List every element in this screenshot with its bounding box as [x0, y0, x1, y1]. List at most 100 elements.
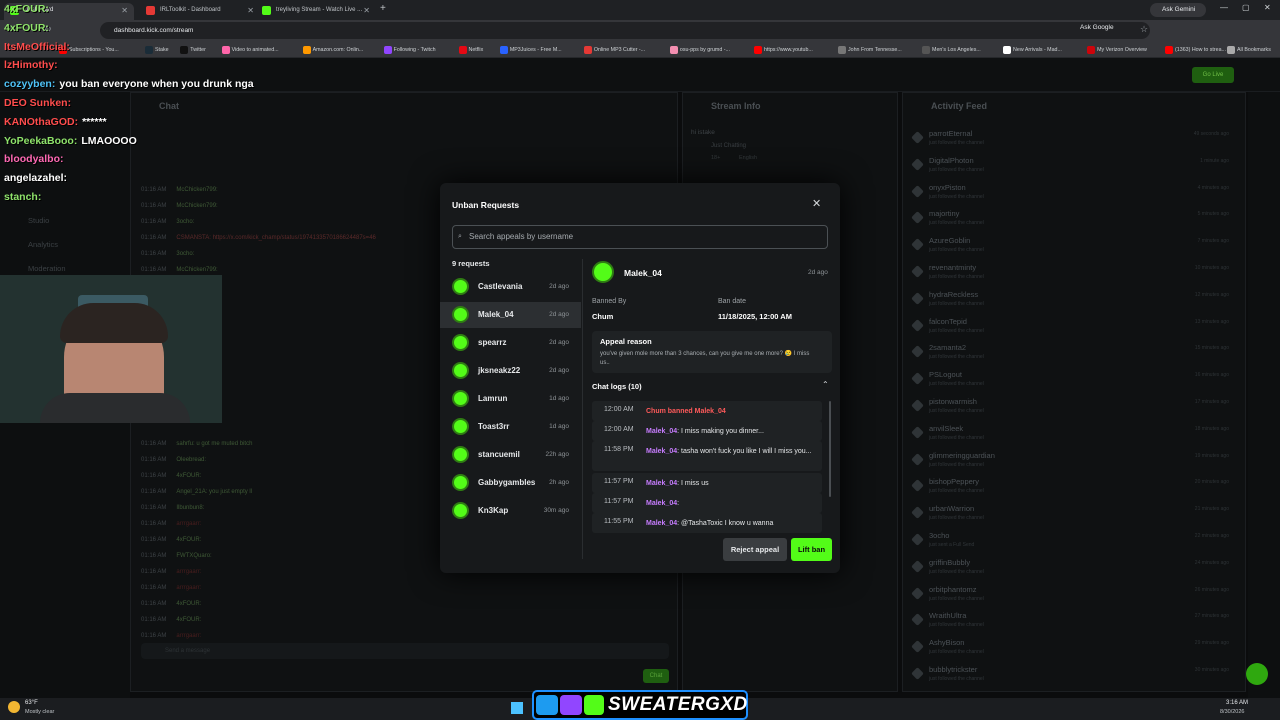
bookmark-item[interactable]: John From Tennesse...	[837, 44, 902, 56]
request-item[interactable]: stancuemil 22h ago	[440, 442, 581, 468]
bookmark-item[interactable]: Twitter	[179, 44, 206, 56]
close-window-icon[interactable]: ✕	[1264, 3, 1271, 12]
bookmark-label: Stake	[155, 47, 169, 53]
tab-treyliving[interactable]: treyliving Stream - Watch Live ... ✕	[256, 3, 376, 20]
feed-time: 19 minutes ago	[1194, 452, 1229, 459]
chat-time: 01:16 AM	[141, 521, 167, 527]
request-item[interactable]: jksneakz22 2d ago	[440, 358, 581, 384]
search-icon: ⌕	[458, 233, 462, 240]
log-message: :	[677, 500, 680, 507]
request-item[interactable]: Gabbygambles 2h ago	[440, 470, 581, 496]
go-live-button[interactable]: Go Live	[1192, 67, 1234, 83]
feed-time: 16 minutes ago	[1194, 372, 1229, 379]
chat-time: 01:16 AM	[141, 505, 167, 511]
windows-start-icon[interactable]	[511, 702, 523, 714]
irltoolkit-favicon-icon	[146, 6, 155, 15]
maximize-icon[interactable]: ▢	[1242, 3, 1250, 12]
feed-time: 4 minutes ago	[1197, 184, 1229, 191]
ask-gemini-button[interactable]: Ask Gemini	[1150, 3, 1206, 17]
overlay-chat-user: KANOthaGOD:	[4, 115, 79, 128]
close-icon[interactable]: ✕	[121, 3, 128, 18]
chat-user: 4xFOUR:	[176, 617, 202, 623]
sidebar-item-studio[interactable]: Studio	[28, 216, 49, 225]
bookmark-item[interactable]: My Verizon Overview	[1086, 44, 1147, 56]
bookmark-favicon-icon	[1165, 46, 1174, 54]
feed-time: 27 minutes ago	[1194, 613, 1229, 620]
feed-item: falconTepid just followed the channel 13 m…	[911, 317, 1243, 343]
url-input[interactable]: dashboard.kick.com/stream	[100, 22, 1150, 39]
chat-log-entry: 11:57 PM Malek_04: I miss us	[592, 473, 822, 493]
minimize-icon[interactable]: —	[1220, 3, 1228, 12]
feed-name: griffinBubbly	[929, 557, 971, 567]
bookmark-item[interactable]: Amazon.com: Onlin...	[302, 44, 363, 56]
chat-line: 01:16 AM McChicken799:	[141, 187, 218, 193]
feed-name: parrotEternal	[929, 129, 973, 138]
lift-ban-button[interactable]: Lift ban	[791, 538, 832, 561]
chat-time: 01:16 AM	[141, 219, 167, 225]
request-item[interactable]: Castlevania 2d ago	[440, 274, 581, 300]
feed-time: 30 minutes ago	[1194, 667, 1229, 673]
overlay-chat-line: angelazahel:	[4, 172, 71, 184]
bookmark-item[interactable]: https://www.youtub...	[753, 44, 813, 56]
star-icon[interactable]: ☆	[1140, 24, 1148, 35]
close-icon[interactable]: ✕	[812, 197, 821, 210]
bookmark-item[interactable]: Stake	[144, 44, 169, 56]
close-icon[interactable]: ✕	[363, 3, 370, 18]
feed-item: PSLogout just followed the channel 16 minu…	[911, 370, 1243, 396]
request-item[interactable]: spearrz 2d ago	[440, 330, 581, 356]
chat-line: 01:16 AM CSMANSTA: https://x.com/kick_cha…	[141, 235, 376, 241]
chat-line: 01:16 AM arrrgaarr:	[141, 585, 201, 591]
ask-google-button[interactable]: Ask Google	[1080, 24, 1114, 31]
chat-time: 01:16 AM	[141, 187, 167, 193]
bookmark-item[interactable]: Men's Los Angeles...	[921, 44, 981, 56]
bookmark-item[interactable]: All Bookmarks	[1226, 44, 1271, 56]
feed-name: majortiny	[929, 209, 960, 219]
chat-send-input[interactable]: Send a message	[141, 643, 669, 659]
bookmark-item[interactable]: MP3Juices - Free M...	[499, 44, 562, 56]
ban-date-value: 11/18/2025, 12:00 AM	[718, 312, 792, 321]
request-item[interactable]: Malek_04 2d ago	[440, 302, 581, 328]
banned-by-value: Chum	[592, 312, 614, 321]
close-icon[interactable]: ✕	[247, 3, 254, 18]
request-item[interactable]: Kn3Kap 30m ago	[440, 498, 581, 524]
feed-name: DigitalPhoton	[929, 155, 974, 165]
bookmark-item[interactable]: New Arrivals - Mad...	[1002, 44, 1062, 56]
logs-scrollbar[interactable]	[829, 401, 831, 497]
bookmark-item[interactable]: (1363) How to strea...	[1164, 44, 1226, 56]
request-item[interactable]: Toast3rr 1d ago	[440, 414, 581, 440]
bookmark-item[interactable]: Following - Twitch	[383, 44, 436, 56]
log-time: 11:57 PM	[604, 498, 634, 505]
tab-irltoolkit[interactable]: IRLToolkit - Dashboard ✕	[140, 3, 260, 20]
bookmark-item[interactable]: Netflix	[458, 44, 483, 56]
help-button[interactable]	[1246, 663, 1268, 685]
ask-gemini-label: Ask Gemini	[1162, 6, 1196, 13]
log-user: Malek_04	[646, 520, 678, 527]
bookmark-label: MP3Juices - Free M...	[509, 47, 562, 53]
new-tab-button[interactable]: +	[380, 3, 386, 14]
overlay-chat-user: YoPeekaBooo:	[4, 134, 78, 147]
log-body: Malek_04: I miss us	[646, 478, 816, 489]
request-item[interactable]: Lamrun 1d ago	[440, 386, 581, 412]
chevron-up-icon[interactable]: ⌃	[822, 380, 829, 389]
tab-label: treyliving Stream - Watch Live ...	[276, 7, 363, 13]
chat-send-button[interactable]: Chat	[643, 669, 669, 683]
reject-appeal-button[interactable]: Reject appeal	[723, 538, 787, 561]
bookmark-item[interactable]: Video to animated...	[221, 44, 279, 56]
bookmark-item[interactable]: Online MP3 Cutter -...	[583, 44, 645, 56]
sidebar-item-moderation[interactable]: Moderation	[28, 264, 66, 273]
request-age: 30m ago	[543, 507, 569, 514]
bookmark-item[interactable]: osu-pps by grumd -...	[669, 44, 730, 56]
bookmark-label: Online MP3 Cutter -...	[593, 47, 646, 53]
feed-sub: just followed the channel	[929, 166, 984, 173]
appeals-search-input[interactable]: ⌕ Search appeals by username	[452, 225, 828, 249]
feed-name: urbanWarrion	[929, 504, 975, 514]
feed-sub: just followed the channel	[929, 676, 984, 682]
feed-item: AshyBison just followed the channel 29 min…	[911, 638, 1243, 664]
chat-line: 01:16 AM 3ocho:	[141, 219, 194, 225]
sidebar-item-analytics[interactable]: Analytics	[28, 240, 58, 249]
bookmark-favicon-icon	[1227, 46, 1235, 54]
heart-icon	[911, 506, 924, 520]
feed-item: glimmeringguardian just followed the chan…	[911, 451, 1243, 477]
bookmark-favicon-icon	[180, 46, 189, 54]
chat-log-entry: 11:55 PM Malek_04: @TashaToxic I know u w…	[592, 513, 822, 533]
